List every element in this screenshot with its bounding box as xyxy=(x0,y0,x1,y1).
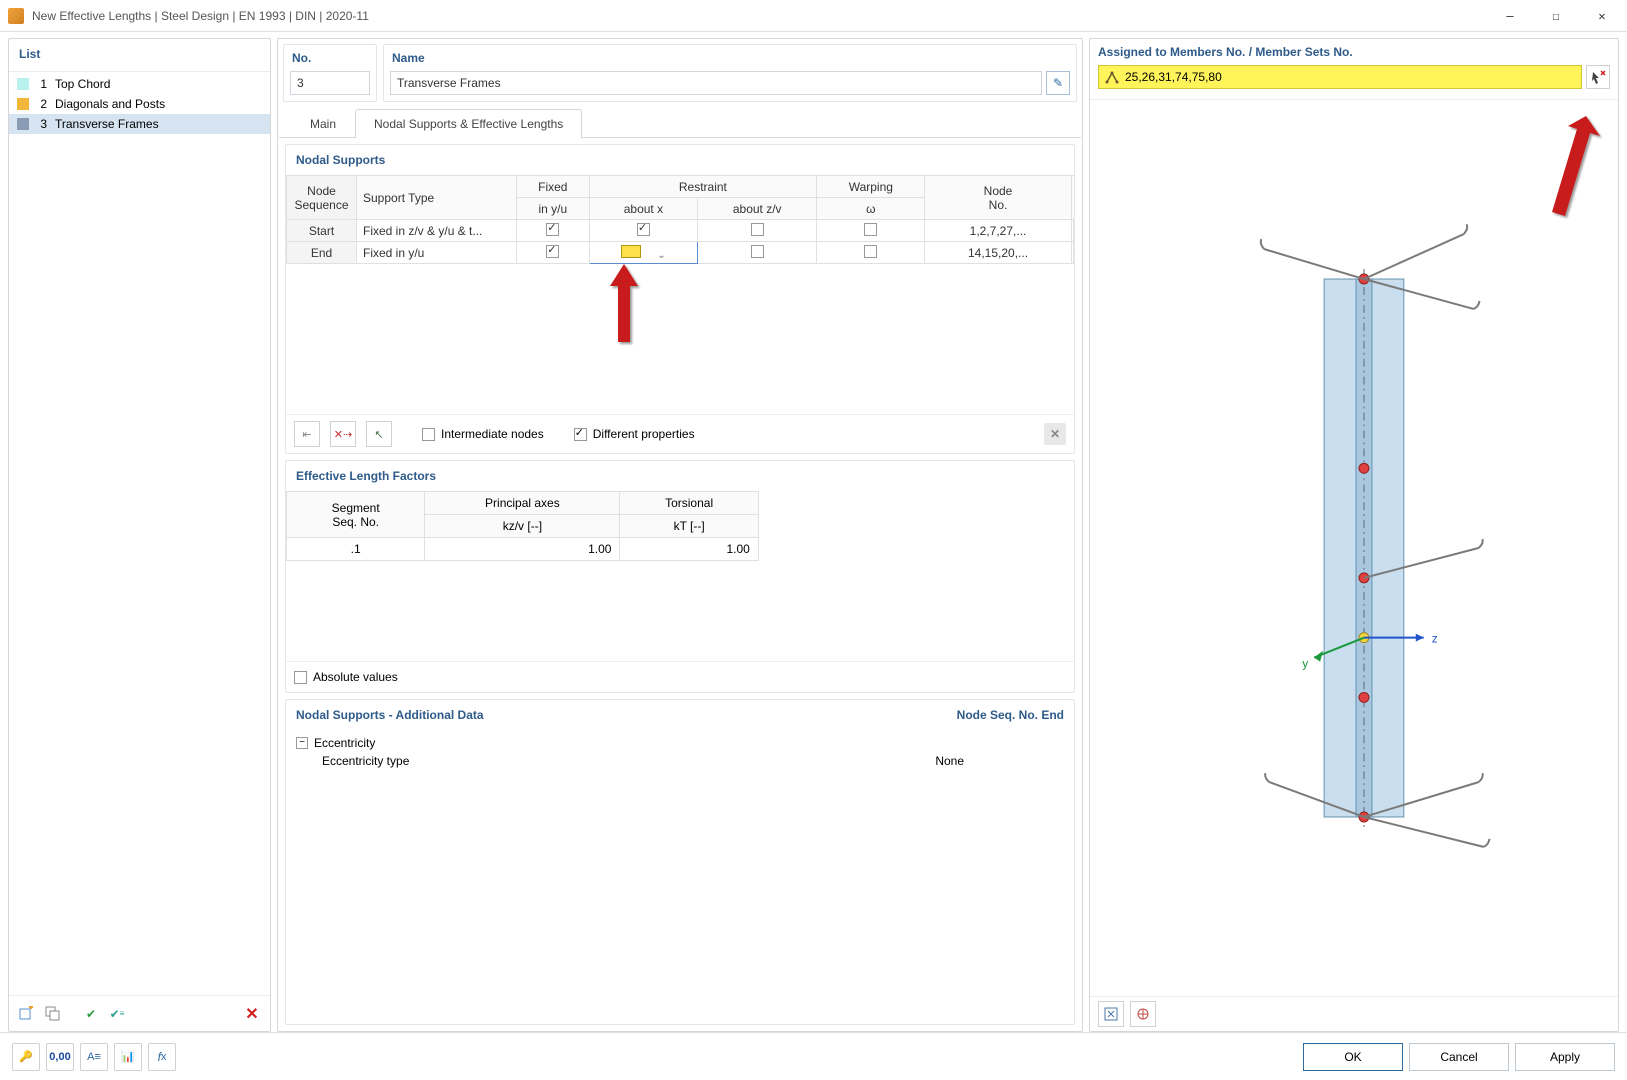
tab-main[interactable]: Main xyxy=(291,109,355,138)
bottom-bar: 🔑 0,00 A≡ 📊 fx OK Cancel Apply xyxy=(0,1032,1627,1080)
assigned-members-input[interactable]: 25,26,31,74,75,80 xyxy=(1098,65,1582,89)
effective-length-section: Effective Length Factors SegmentSeq. No.… xyxy=(285,460,1075,693)
delete-icon[interactable]: ✕ xyxy=(240,1002,264,1026)
chart-settings-icon[interactable]: 📊 xyxy=(114,1043,142,1071)
no-label: No. xyxy=(284,45,376,69)
nodal-supports-title: Nodal Supports xyxy=(286,145,1074,175)
assigned-title: Assigned to Members No. / Member Sets No… xyxy=(1098,45,1610,65)
name-label: Name xyxy=(384,45,1076,69)
list-item-diagonals[interactable]: 2 Diagonals and Posts xyxy=(9,94,270,114)
row-start-warping[interactable] xyxy=(817,220,925,242)
new-item-icon[interactable] xyxy=(15,1002,39,1026)
title-bar: New Effective Lengths | Steel Design | E… xyxy=(0,0,1627,32)
th-warping-w: ω xyxy=(817,198,925,220)
th-principal: Principal axes xyxy=(425,492,620,515)
th-about-zv: about z/v xyxy=(698,198,817,220)
row-end-about-x[interactable]: ⌄ xyxy=(589,242,698,264)
collapse-section-icon[interactable]: ✕ xyxy=(1044,423,1066,445)
th-kt: kT [--] xyxy=(620,515,758,538)
apply-button[interactable]: Apply xyxy=(1515,1043,1615,1071)
copy-item-icon[interactable] xyxy=(41,1002,65,1026)
tree-group-eccentricity[interactable]: − Eccentricity xyxy=(286,734,1074,752)
function-icon[interactable]: fx xyxy=(148,1043,176,1071)
check-teal-icon[interactable]: ✔≡ xyxy=(105,1002,129,1026)
row-end-type[interactable]: Fixed in y/u xyxy=(357,242,517,264)
th-support-type: Support Type xyxy=(357,176,517,220)
effective-length-title: Effective Length Factors xyxy=(286,461,1074,491)
th-kzv: kz/v [--] xyxy=(425,515,620,538)
elf-row-seg: .1 xyxy=(287,538,425,561)
maximize-button[interactable]: ☐ xyxy=(1533,1,1579,31)
list-item-transverse[interactable]: 3 Transverse Frames xyxy=(9,114,270,134)
row-end-seq: End xyxy=(287,242,357,264)
color-swatch xyxy=(17,78,29,90)
different-properties-checkbox[interactable]: Different properties xyxy=(574,427,695,441)
row-start-about-zv[interactable] xyxy=(698,220,817,242)
name-input[interactable]: Transverse Frames xyxy=(390,71,1042,95)
color-swatch xyxy=(17,98,29,110)
app-icon xyxy=(8,8,24,24)
center-panel: No. 3 Name Transverse Frames ✎ Main Noda… xyxy=(277,38,1083,1032)
th-warping: Warping xyxy=(817,176,925,198)
model-viewer[interactable]: z y xyxy=(1090,99,1618,996)
row-start-type[interactable]: Fixed in z/v & y/u & t... xyxy=(357,220,517,242)
list-header: List xyxy=(9,39,270,72)
list-panel: List 1 Top Chord 2 Diagonals and Posts 3… xyxy=(8,38,271,1032)
check-green-icon[interactable]: ✔ xyxy=(79,1002,103,1026)
minimize-button[interactable]: — xyxy=(1487,1,1533,31)
th-segment: SegmentSeq. No. xyxy=(287,492,425,538)
window-title: New Effective Lengths | Steel Design | E… xyxy=(32,9,369,23)
close-button[interactable]: ✕ xyxy=(1579,1,1625,31)
additional-data-section: Nodal Supports - Additional Data Node Se… xyxy=(285,699,1075,1025)
select-node-icon[interactable]: ↖ xyxy=(366,421,392,447)
effective-length-table: SegmentSeq. No. Principal axes Torsional… xyxy=(286,491,759,561)
row-start-fixed-yu[interactable] xyxy=(517,220,590,242)
row-end-nodes: 14,15,20,... xyxy=(925,242,1071,264)
delete-support-icon[interactable]: ✕⇢ xyxy=(330,421,356,447)
axis-y-label: y xyxy=(1302,657,1308,671)
th-fixed-yu: in y/u xyxy=(517,198,590,220)
row-start-about-x[interactable] xyxy=(589,220,698,242)
additional-title: Nodal Supports - Additional Data Node Se… xyxy=(286,700,1074,730)
axis-z-label: z xyxy=(1432,632,1438,646)
intermediate-nodes-checkbox[interactable]: Intermediate nodes xyxy=(422,427,544,441)
members-icon xyxy=(1105,70,1119,84)
collapse-icon[interactable]: − xyxy=(296,737,308,749)
units-icon[interactable]: 0,00 xyxy=(46,1043,74,1071)
absolute-values-checkbox[interactable]: Absolute values xyxy=(294,670,1066,684)
nodal-supports-table: NodeSequence Support Type Fixed Restrain… xyxy=(286,175,1074,264)
th-restraint: Restraint xyxy=(589,176,817,198)
row-start-nodes: 1,2,7,27,... xyxy=(925,220,1071,242)
viewer-option1-icon[interactable] xyxy=(1098,1001,1124,1027)
row-end-about-zv[interactable] xyxy=(698,242,817,264)
th-node-no: NodeNo. xyxy=(925,176,1071,220)
list-item-top-chord[interactable]: 1 Top Chord xyxy=(9,74,270,94)
ok-button[interactable]: OK xyxy=(1303,1043,1403,1071)
nodal-supports-section: Nodal Supports NodeSequence Support Type… xyxy=(285,144,1075,454)
edit-name-icon[interactable]: ✎ xyxy=(1046,71,1070,95)
text-settings-icon[interactable]: A≡ xyxy=(80,1043,108,1071)
elf-row-kzv[interactable]: 1.00 xyxy=(425,538,620,561)
th-torsional: Torsional xyxy=(620,492,758,515)
elf-row-kt[interactable]: 1.00 xyxy=(620,538,758,561)
cancel-button[interactable]: Cancel xyxy=(1409,1043,1509,1071)
row-end-fixed-yu[interactable] xyxy=(517,242,590,264)
pick-members-icon[interactable] xyxy=(1586,65,1610,89)
th-fixed: Fixed xyxy=(517,176,590,198)
no-input[interactable]: 3 xyxy=(290,71,370,95)
row-end-warping[interactable] xyxy=(817,242,925,264)
assigned-panel: Assigned to Members No. / Member Sets No… xyxy=(1089,38,1619,1032)
help-icon[interactable]: 🔑 xyxy=(12,1043,40,1071)
row-start-seq: Start xyxy=(287,220,357,242)
tab-nodal[interactable]: Nodal Supports & Effective Lengths xyxy=(355,109,582,138)
viewer-option2-icon[interactable] xyxy=(1130,1001,1156,1027)
jump-first-icon[interactable]: ⇤ xyxy=(294,421,320,447)
th-about-x: about x xyxy=(589,198,698,220)
tree-item-eccentricity-type[interactable]: Eccentricity type None xyxy=(314,752,1074,770)
th-node-seq: NodeSequence xyxy=(287,176,357,220)
color-swatch xyxy=(17,118,29,130)
